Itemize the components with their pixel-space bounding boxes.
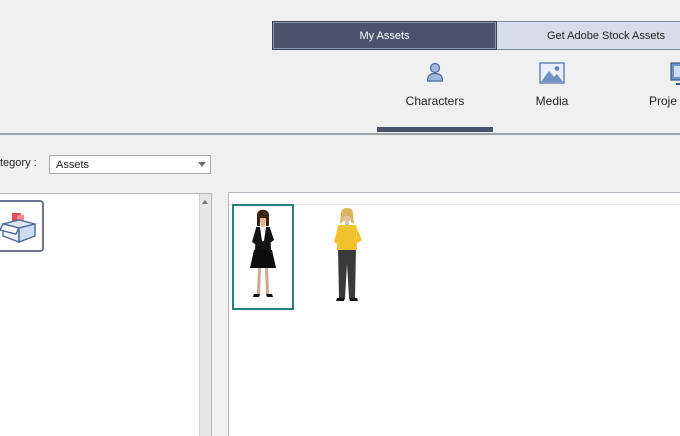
category-selected-value: Assets	[56, 158, 90, 171]
tab-media[interactable]: Media	[497, 58, 607, 132]
asset-source-switch: My Assets Get Adobe Stock Assets	[272, 21, 680, 50]
header-divider	[0, 133, 680, 135]
get-adobe-stock-assets-tab[interactable]: Get Adobe Stock Assets	[497, 21, 680, 50]
chevron-down-icon	[198, 162, 206, 167]
assets-window: My Assets Get Adobe Stock Assets Charact…	[0, 0, 680, 436]
assets-category-tile[interactable]	[0, 200, 44, 252]
monitor-icon	[670, 62, 680, 89]
scroll-up-arrow-icon[interactable]	[202, 200, 208, 204]
tab-projects[interactable]: Proje	[630, 58, 680, 132]
category-list-scrollbar[interactable]	[199, 194, 211, 436]
character-thumbnail-1[interactable]	[232, 204, 294, 310]
tab-characters-label: Characters	[405, 94, 465, 108]
grid-header-strip	[229, 193, 680, 205]
character-1-figure-icon	[250, 209, 276, 297]
assets-grid-pane	[228, 192, 680, 436]
category-dropdown[interactable]: Assets	[49, 155, 211, 174]
tab-projects-label: Proje	[649, 94, 678, 108]
tab-characters[interactable]: Characters	[377, 58, 493, 132]
category-label: tegory :	[0, 157, 37, 169]
image-icon	[539, 62, 565, 87]
active-tab-indicator	[377, 127, 493, 132]
box-icon	[0, 212, 38, 247]
person-icon	[426, 62, 444, 85]
character-2-figure-icon	[334, 208, 362, 301]
tab-media-label: Media	[535, 94, 569, 108]
character-thumbnail-2[interactable]	[316, 204, 378, 310]
my-assets-tab[interactable]: My Assets	[272, 21, 497, 50]
